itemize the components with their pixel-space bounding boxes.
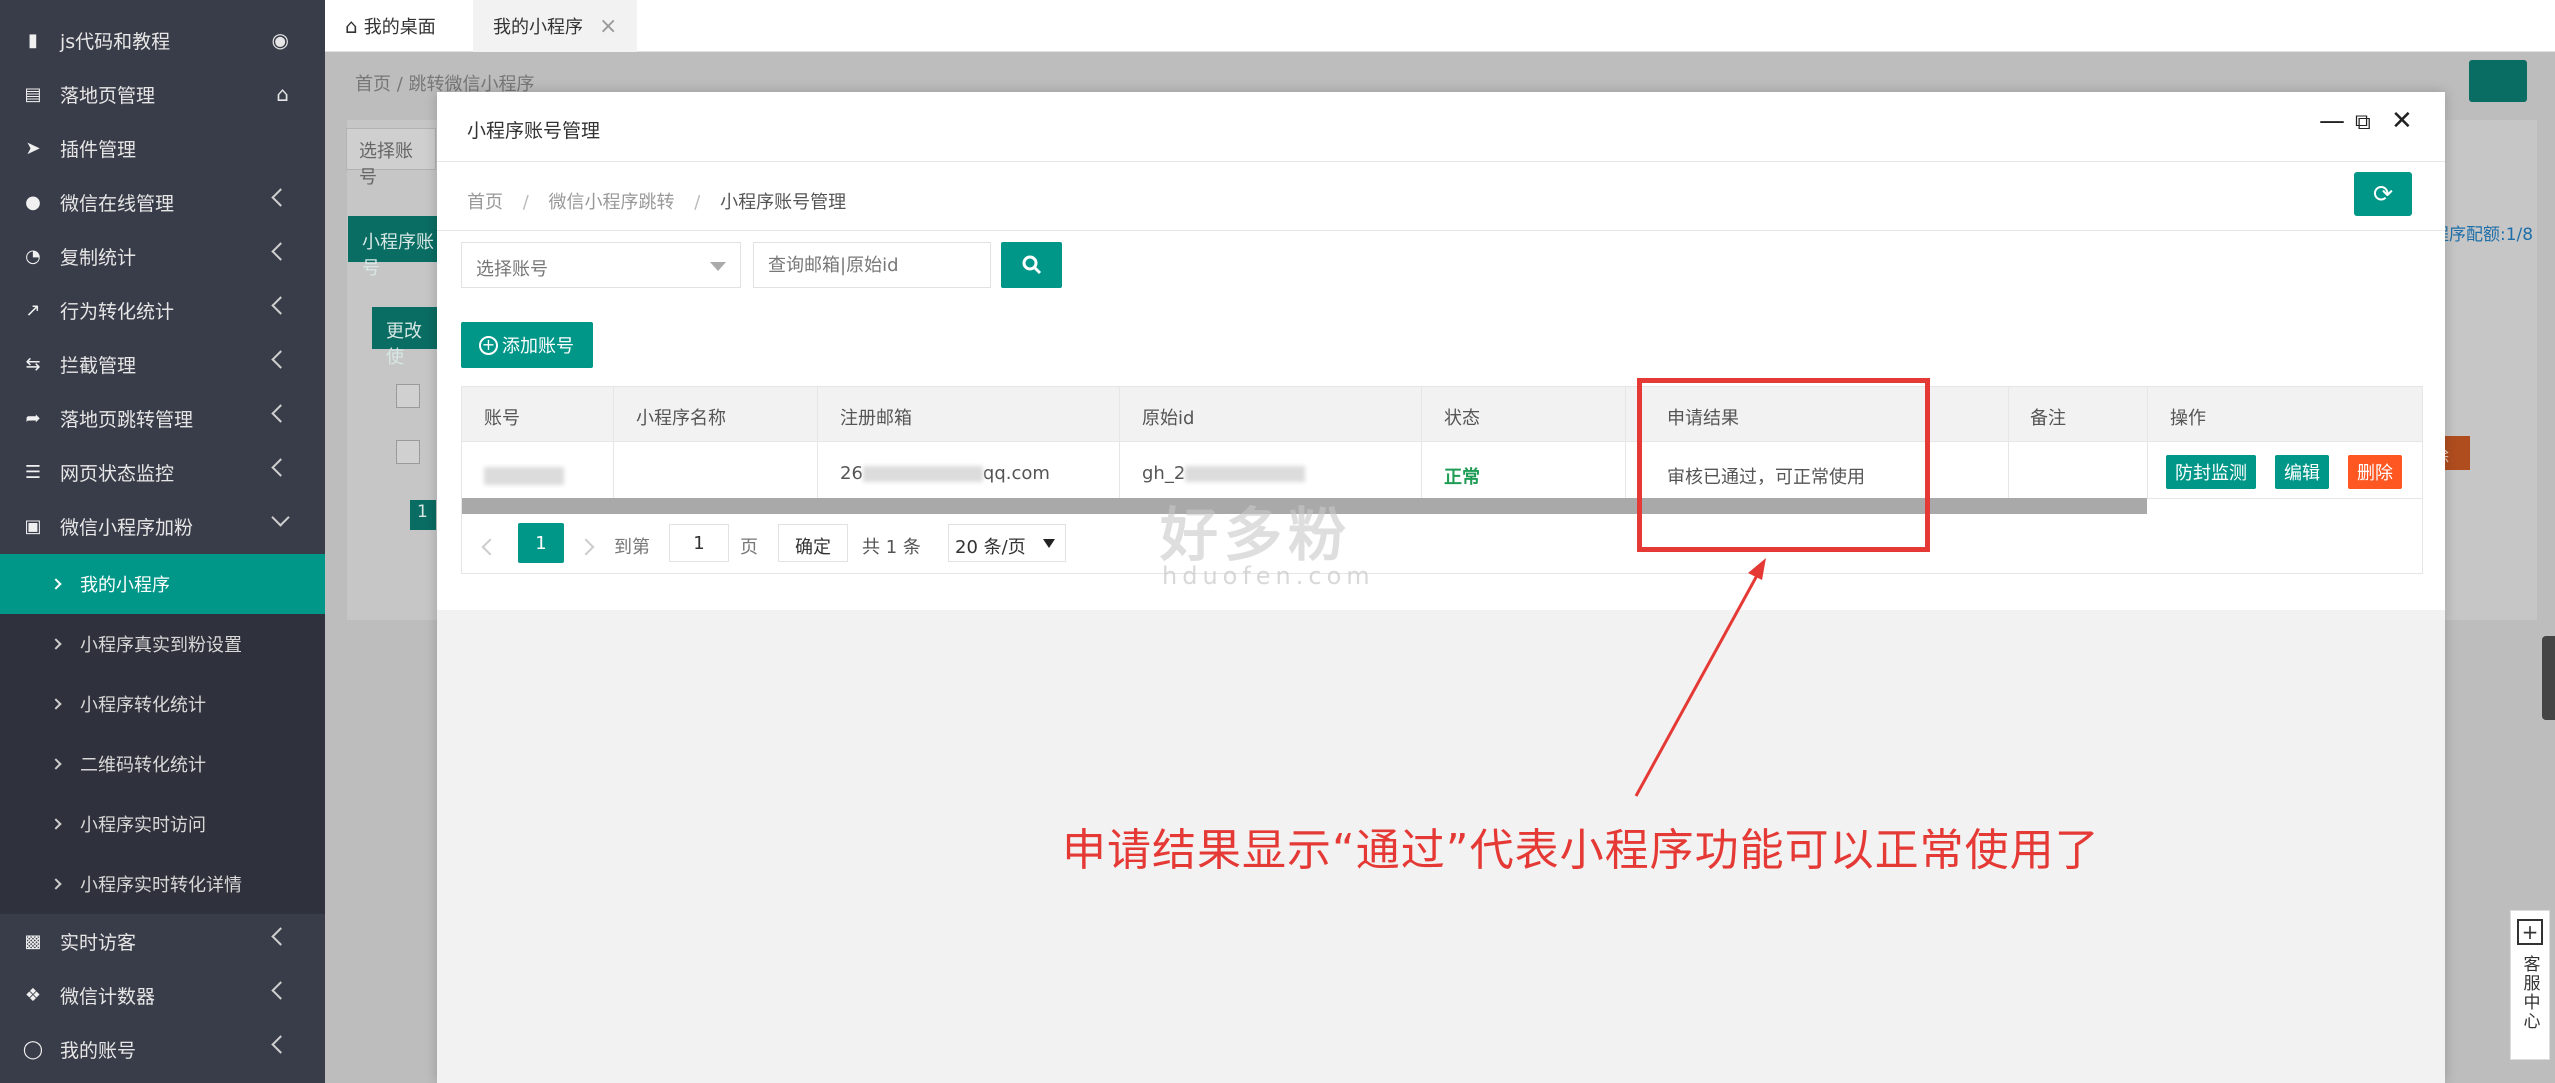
side-meter: [2542, 636, 2555, 720]
customer-service-label: 客服中心: [2519, 955, 2540, 1031]
customer-service-widget[interactable]: + 客服中心: [2510, 910, 2550, 1060]
plus-icon: +: [2517, 919, 2543, 945]
annotation-text: 申请结果显示“通过”代表小程序功能可以正常使用了: [1062, 825, 2100, 876]
annotation-arrow: [1634, 558, 1766, 797]
